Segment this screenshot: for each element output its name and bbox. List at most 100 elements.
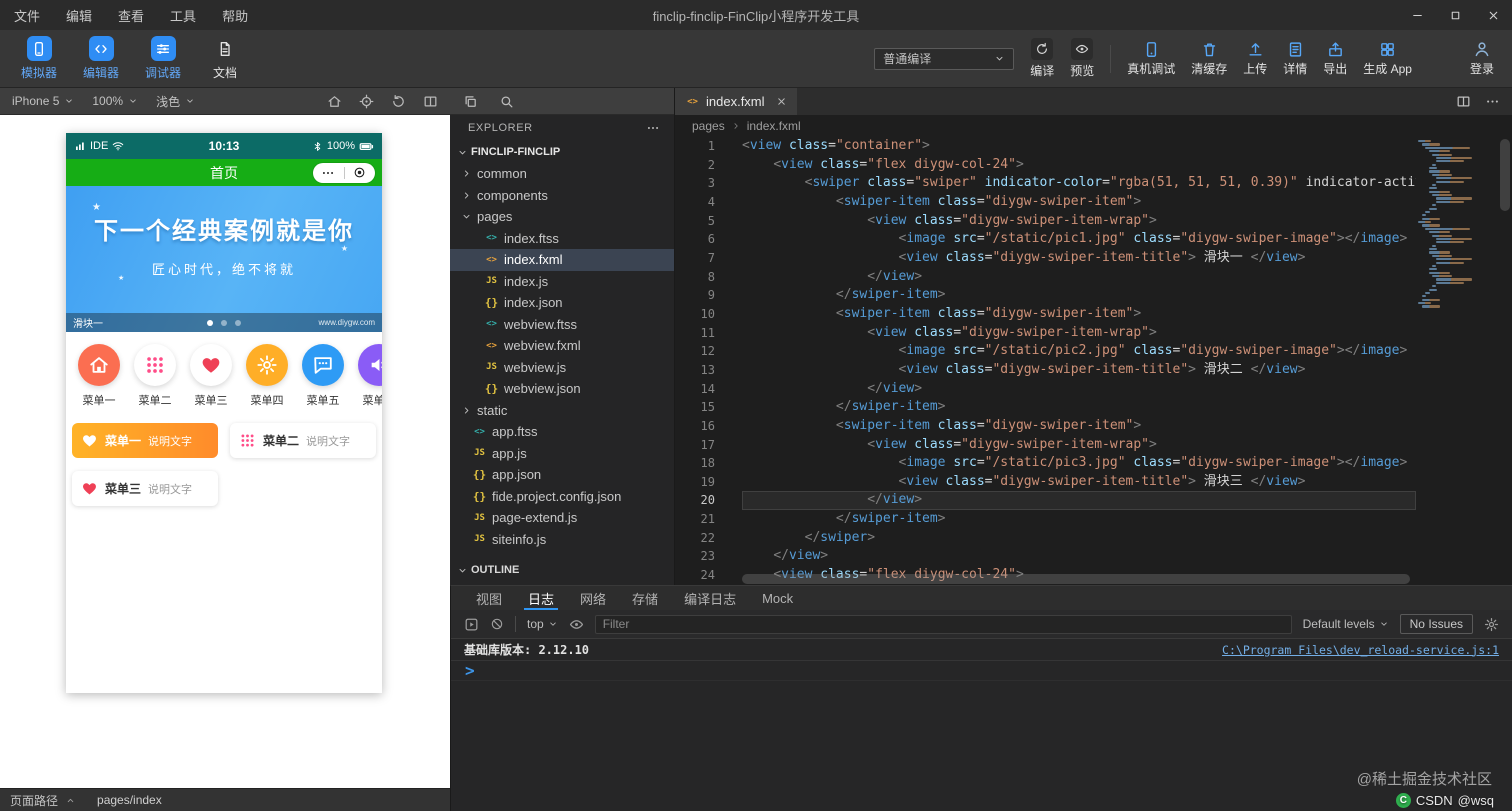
code-line[interactable]: </swiper> <box>742 529 1416 548</box>
toolbar-button-phone[interactable]: 模拟器 <box>12 36 66 81</box>
outline-section[interactable]: OUTLINE <box>450 558 674 582</box>
code-line[interactable]: <view class="diygw-swiper-item-title"> 滑… <box>742 473 1416 492</box>
banner-dot[interactable] <box>207 319 213 326</box>
toolbar-button-sliders[interactable]: 调试器 <box>136 36 190 81</box>
menu-grid-item[interactable]: 菜单二 <box>127 344 183 408</box>
code-line[interactable]: <view class="diygw-swiper-item-title"> 滑… <box>742 249 1416 268</box>
project-root[interactable]: FINCLIP-FINCLIP <box>450 141 674 163</box>
menu-grid-item[interactable]: 菜单三 <box>183 344 239 408</box>
tree-item-common[interactable]: common <box>450 163 674 185</box>
menu-grid-item[interactable]: 菜单五 <box>295 344 351 408</box>
context-select[interactable]: top <box>527 617 558 631</box>
menu-grid-item[interactable]: 菜单六 <box>351 344 382 408</box>
no-issues-button[interactable]: No Issues <box>1399 614 1473 634</box>
vertical-scrollbar[interactable] <box>1498 137 1512 585</box>
code-line[interactable]: <view class="diygw-swiper-item-wrap"> <box>742 212 1416 231</box>
menu-card[interactable]: 菜单一 说明文字 <box>72 423 218 458</box>
code-line[interactable]: </swiper-item> <box>742 286 1416 305</box>
code-line[interactable]: <view class="container"> <box>742 137 1416 156</box>
tree-item-fide.project.config.json[interactable]: {} fide.project.config.json <box>450 486 674 508</box>
code-line[interactable]: </swiper-item> <box>742 398 1416 417</box>
banner-dots[interactable] <box>207 319 241 326</box>
code-line[interactable]: <view class="diygw-swiper-item-title"> 滑… <box>742 361 1416 380</box>
window-close-button[interactable] <box>1474 0 1512 30</box>
code-line[interactable]: <swiper-item class="diygw-swiper-item"> <box>742 305 1416 324</box>
toolbar-button-clean[interactable]: 清缓存 <box>1191 41 1227 77</box>
scrollbar-thumb[interactable] <box>1500 139 1510 211</box>
panel-tab[interactable]: 存储 <box>619 586 671 610</box>
log-levels-select[interactable]: Default levels <box>1303 617 1389 631</box>
breadcrumb-item[interactable]: pages <box>692 119 725 133</box>
clear-console-icon[interactable] <box>490 617 504 631</box>
code-line[interactable]: <image src="/static/pic3.jpg" class="diy… <box>742 454 1416 473</box>
code-lines[interactable]: <view class="container"> <view class="fl… <box>742 137 1416 585</box>
tree-item-static[interactable]: static <box>450 400 674 422</box>
columns-icon[interactable] <box>423 94 438 109</box>
rotate-icon[interactable] <box>391 94 406 109</box>
copy-icon[interactable] <box>463 94 478 109</box>
toolbar-button-detail[interactable]: 详情 <box>1283 41 1307 77</box>
menubar-item[interactable]: 帮助 <box>222 6 248 25</box>
horizontal-scrollbar-thumb[interactable] <box>742 574 1410 584</box>
toolbar-button-app[interactable]: 生成 App <box>1363 41 1412 77</box>
tree-item-index.fxml[interactable]: <> index.fxml <box>450 249 674 271</box>
login-button[interactable]: 登录 <box>1470 40 1494 77</box>
tree-item-webview.js[interactable]: JS webview.js <box>450 357 674 379</box>
menubar-item[interactable]: 文件 <box>14 6 40 25</box>
source-link[interactable]: C:\Program Files\dev_reload-service.js:1 <box>1222 643 1499 657</box>
menu-grid-item[interactable]: 菜单一 <box>71 344 127 408</box>
close-tab-icon[interactable] <box>776 96 787 107</box>
panel-tab[interactable]: 日志 <box>515 586 567 610</box>
toolbar-button-code[interactable]: 编辑器 <box>74 36 128 81</box>
device-select[interactable]: iPhone 5 <box>12 94 74 108</box>
console-prompt[interactable]: > <box>451 661 1512 681</box>
banner-dot[interactable] <box>235 319 241 326</box>
code-line[interactable]: <view class="flex diygw-col-24"> <box>742 156 1416 175</box>
zoom-select[interactable]: 100% <box>92 94 138 108</box>
toolbar-button-export[interactable]: 导出 <box>1323 41 1347 77</box>
toolbar-button-eye[interactable]: 预览 <box>1070 38 1094 79</box>
code-line[interactable]: <view class="diygw-swiper-item-wrap"> <box>742 324 1416 343</box>
tree-item-app.json[interactable]: {} app.json <box>450 464 674 486</box>
caret-up-icon[interactable] <box>65 795 76 806</box>
home-icon[interactable] <box>327 94 342 109</box>
more-actions-icon[interactable] <box>1485 94 1500 109</box>
compile-mode-select[interactable]: 普通编译 <box>874 47 1015 70</box>
tree-item-webview.json[interactable]: {} webview.json <box>450 378 674 400</box>
code-line[interactable]: </view> <box>742 491 1416 511</box>
breadcrumb-item[interactable]: index.fxml <box>747 119 801 133</box>
window-maximize-button[interactable] <box>1436 0 1474 30</box>
code-line[interactable]: </swiper-item> <box>742 510 1416 529</box>
panel-tab[interactable]: 网络 <box>567 586 619 610</box>
code-line[interactable]: <view class="diygw-swiper-item-wrap"> <box>742 436 1416 455</box>
more-actions-icon[interactable] <box>646 121 660 135</box>
console-settings-icon[interactable] <box>1484 617 1499 632</box>
menu-card[interactable]: 菜单二 说明文字 <box>230 423 376 458</box>
window-minimize-button[interactable] <box>1398 0 1436 30</box>
tree-item-webview.ftss[interactable]: <> webview.ftss <box>450 314 674 336</box>
tree-item-components[interactable]: components <box>450 185 674 207</box>
editor-tab[interactable]: <> index.fxml <box>675 88 797 115</box>
menu-card[interactable]: 菜单三 说明文字 <box>72 471 218 506</box>
toolbar-button-refresh[interactable]: 编译 <box>1030 38 1054 79</box>
code-line[interactable]: <swiper class="swiper" indicator-color="… <box>742 174 1416 193</box>
code-line[interactable]: </view> <box>742 268 1416 287</box>
tree-item-page-extend.js[interactable]: JS page-extend.js <box>450 507 674 529</box>
eye-icon[interactable] <box>569 617 584 632</box>
resume-script-icon[interactable] <box>464 617 479 632</box>
toolbar-button-doc[interactable]: 文档 <box>198 36 252 81</box>
split-editor-icon[interactable] <box>1456 94 1471 109</box>
menubar-item[interactable]: 编辑 <box>66 6 92 25</box>
code-line[interactable]: <image src="/static/pic1.jpg" class="diy… <box>742 230 1416 249</box>
tree-item-index.json[interactable]: {} index.json <box>450 292 674 314</box>
capsule-close-icon[interactable] <box>345 166 376 179</box>
code-line[interactable]: </view> <box>742 547 1416 566</box>
theme-select[interactable]: 浅色 <box>156 93 195 110</box>
toolbar-button-device[interactable]: 真机调试 <box>1127 41 1175 77</box>
capsule-more-icon[interactable] <box>313 166 344 180</box>
tree-item-index.ftss[interactable]: <> index.ftss <box>450 228 674 250</box>
minimap[interactable] <box>1418 140 1498 309</box>
tree-item-pages[interactable]: pages <box>450 206 674 228</box>
locate-icon[interactable] <box>359 94 374 109</box>
code-line[interactable]: </view> <box>742 380 1416 399</box>
